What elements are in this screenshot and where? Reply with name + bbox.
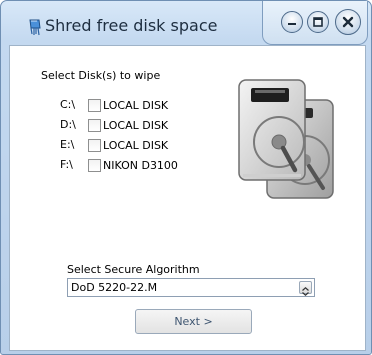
drive-letter: E:\ xyxy=(60,138,75,151)
algorithm-label: Select Secure Algorithm xyxy=(67,263,200,276)
next-button-label: Next > xyxy=(174,315,213,328)
algorithm-select[interactable]: DoD 5220-22.M xyxy=(67,278,315,297)
app-window: Shred free disk space Select Disk(s) to … xyxy=(0,0,372,355)
drive-checkbox-d[interactable] xyxy=(88,119,101,132)
algorithm-select-value: DoD 5220-22.M xyxy=(71,281,158,294)
minimize-icon[interactable] xyxy=(281,11,303,33)
title-bar[interactable]: Shred free disk space xyxy=(1,1,371,45)
content-panel: Select Disk(s) to wipe C:\ LOCAL DISK D:… xyxy=(9,45,366,351)
drive-checkbox-f[interactable] xyxy=(88,159,101,172)
next-button[interactable]: Next > xyxy=(135,309,252,334)
updown-arrow-icon[interactable] xyxy=(299,281,312,297)
drive-letter: F:\ xyxy=(60,158,73,171)
disk-selection-heading: Select Disk(s) to wipe xyxy=(41,69,161,82)
drive-name: LOCAL DISK xyxy=(103,139,169,152)
hard-disk-icon xyxy=(235,76,339,210)
drive-checkbox-e[interactable] xyxy=(88,139,101,152)
drive-letter: D:\ xyxy=(60,118,76,131)
maximize-icon[interactable] xyxy=(307,11,329,33)
drive-name: NIKON D3100 xyxy=(103,159,178,172)
window-title: Shred free disk space xyxy=(45,16,218,35)
drive-checkbox-c[interactable] xyxy=(88,99,101,112)
shredder-app-icon xyxy=(28,18,42,36)
drive-name: LOCAL DISK xyxy=(103,99,169,112)
drive-letter: C:\ xyxy=(60,98,76,111)
window-controls xyxy=(262,1,368,45)
close-icon[interactable] xyxy=(335,9,361,35)
drive-name: LOCAL DISK xyxy=(103,119,169,132)
